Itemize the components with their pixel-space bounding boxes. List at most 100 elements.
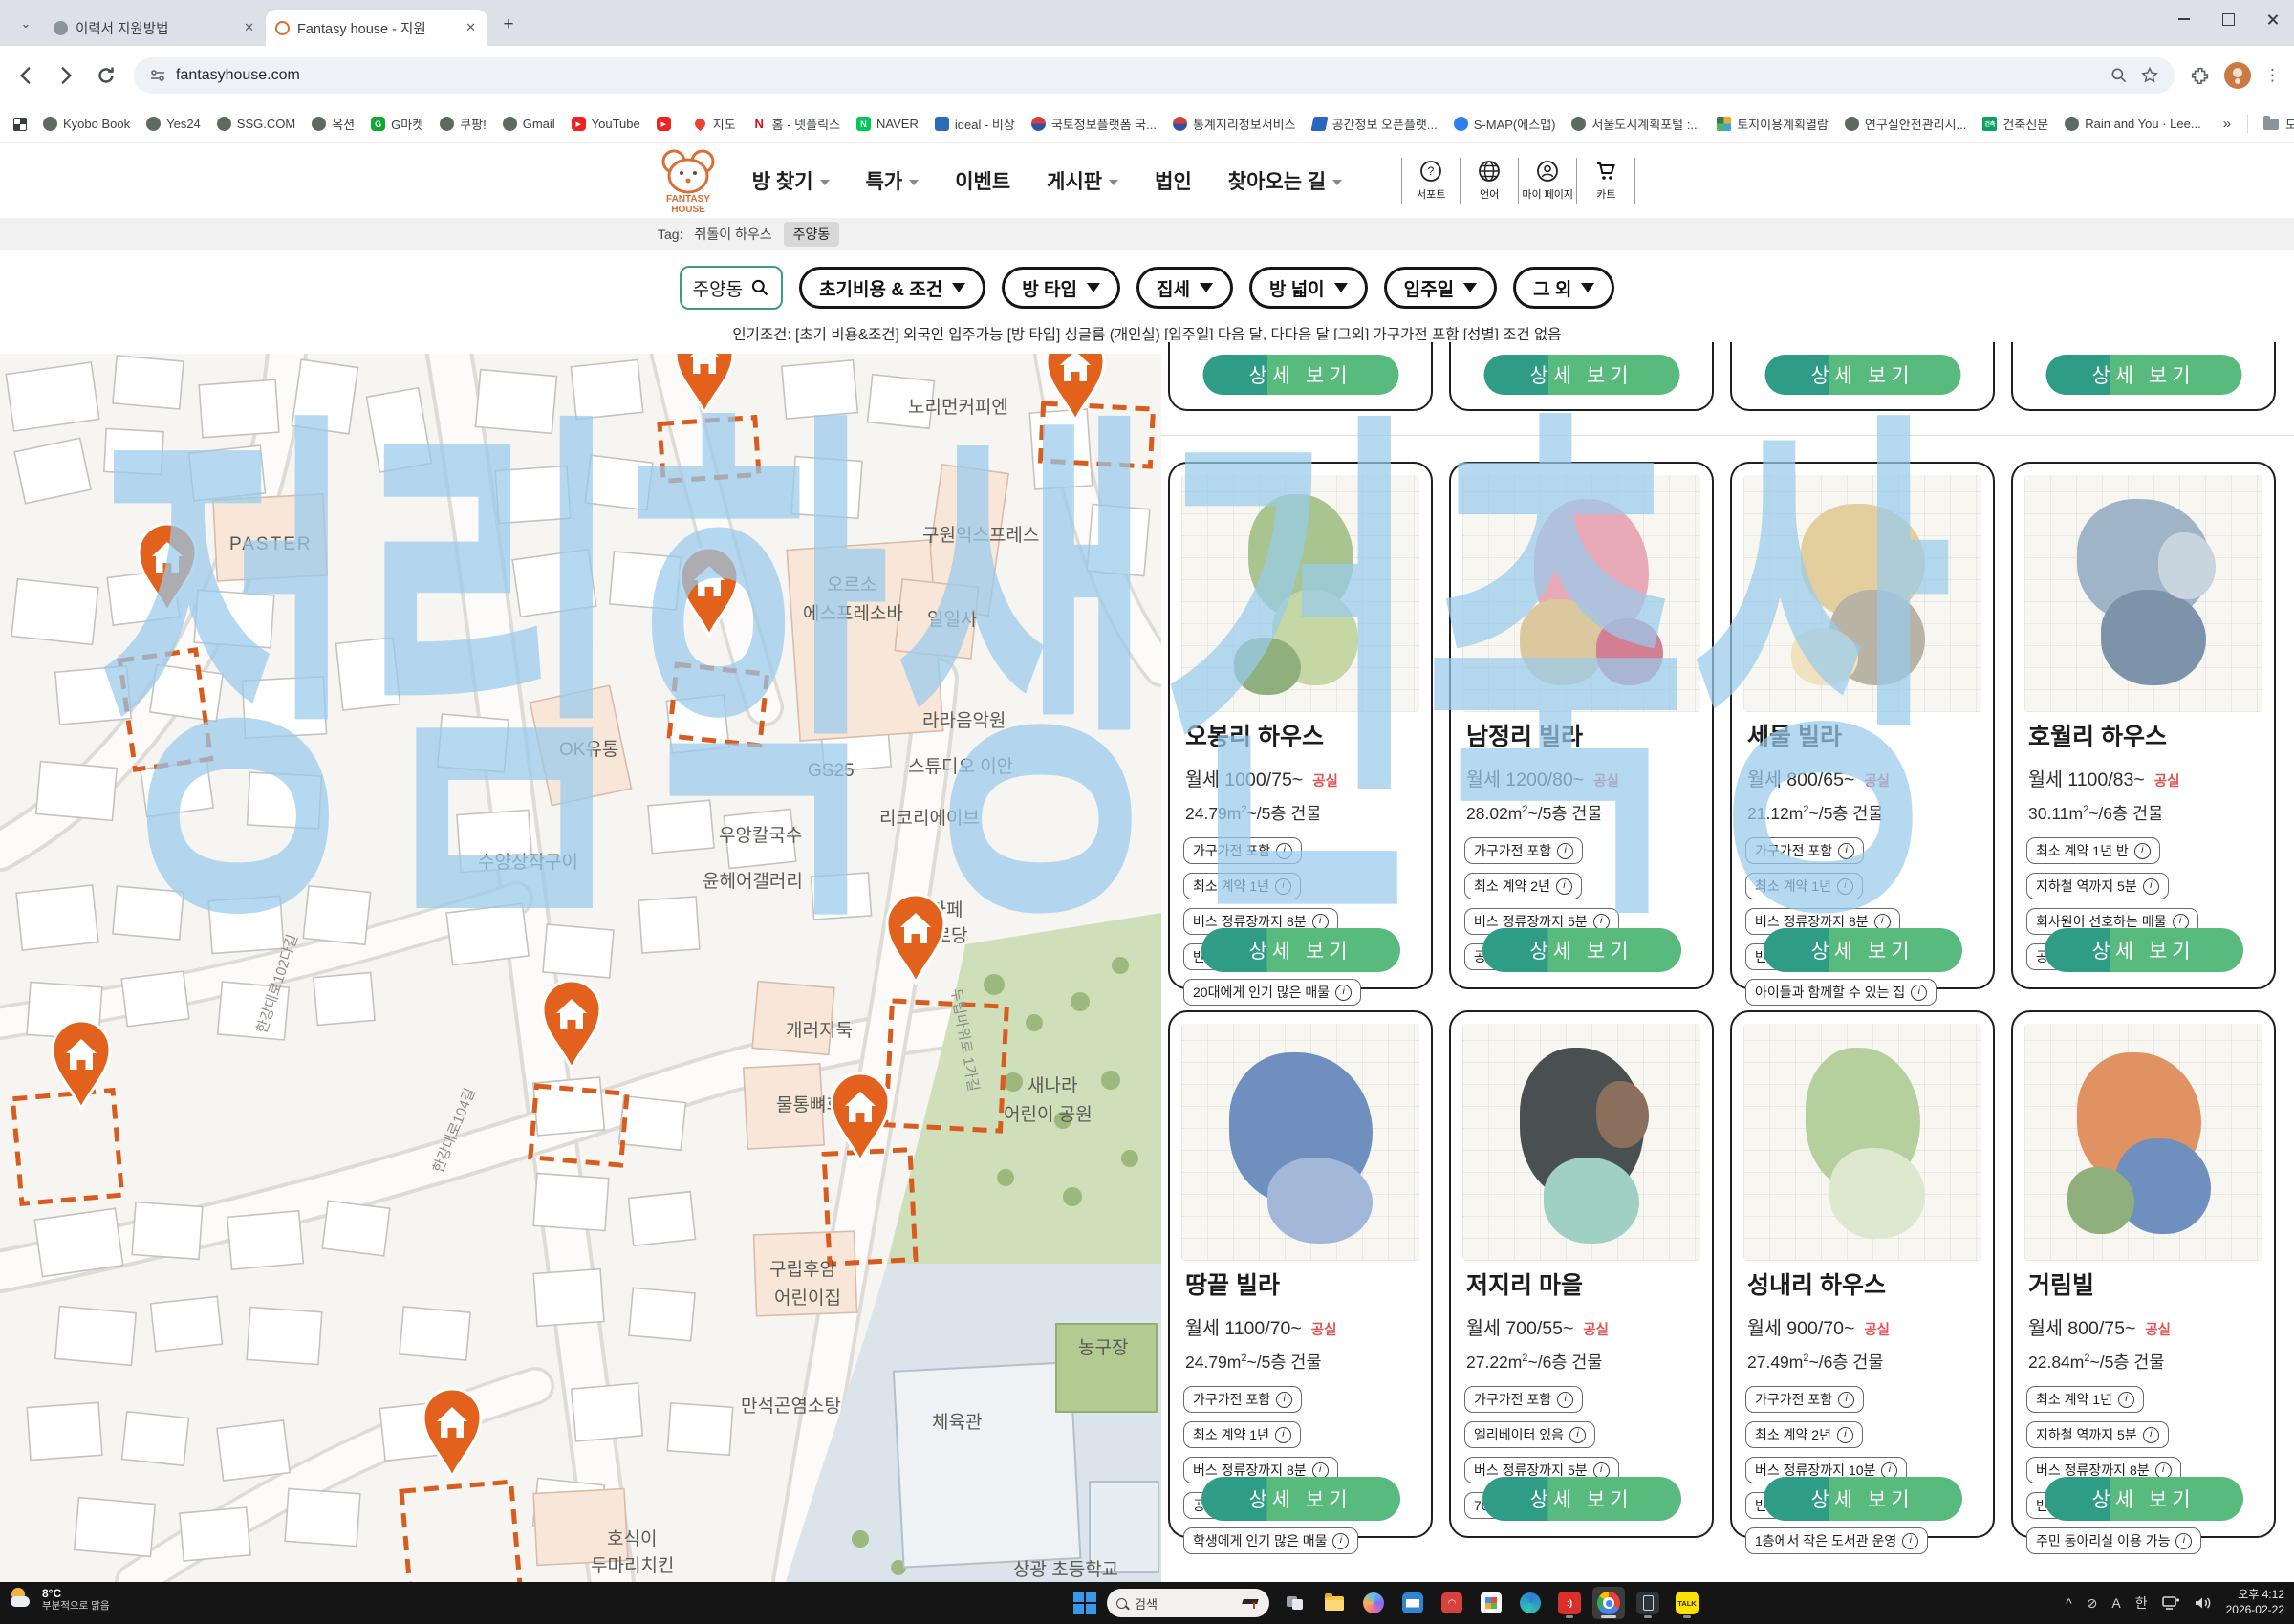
info-icon[interactable]: i	[2143, 1427, 2159, 1443]
info-icon[interactable]: i	[2134, 843, 2151, 859]
feature-tag[interactable]: 가구가전 포함i	[1464, 1386, 1583, 1413]
apps-grid-icon[interactable]	[13, 118, 27, 131]
detail-button[interactable]: 상세 보기	[1764, 355, 1960, 395]
bookmark-item[interactable]: 공간정보 오픈플랫...	[1312, 115, 1438, 133]
bookmark-item[interactable]: Rain and You · Lee...	[2065, 117, 2200, 131]
chrome-button[interactable]	[1592, 1587, 1625, 1619]
feature-tag[interactable]: 지하철 역까지 5분i	[2026, 1421, 2169, 1448]
browser-menu-icon[interactable]: ⋮	[2264, 66, 2281, 85]
feature-tag[interactable]: 최소 계약 2년i	[1745, 1421, 1863, 1448]
info-icon[interactable]: i	[1837, 1427, 1853, 1443]
info-icon[interactable]: i	[1557, 843, 1573, 859]
bookmark-item[interactable]: 통계지리정보서비스	[1173, 115, 1296, 133]
all-bookmarks-button[interactable]: 모든 북마크	[2247, 115, 2294, 133]
feature-tag[interactable]: 가구가전 포함i	[1183, 837, 1302, 864]
feature-tag[interactable]: 최소 계약 2년i	[1464, 873, 1582, 899]
bookmark-item[interactable]: NNAVER	[856, 117, 919, 131]
copilot-button[interactable]	[1357, 1587, 1390, 1619]
bookmark-item[interactable]: ▶YouTube	[572, 117, 640, 131]
task-view-button[interactable]	[1279, 1587, 1311, 1619]
address-bar[interactable]: fantasyhouse.com	[134, 57, 2175, 94]
detail-button[interactable]: 상세 보기	[1482, 1477, 1681, 1521]
property-image[interactable]	[2024, 1024, 2262, 1261]
property-title[interactable]: 세물 빌라	[1747, 718, 1978, 752]
bookmark-item[interactable]: SSG.COM	[217, 117, 295, 131]
info-icon[interactable]: i	[1332, 1533, 1349, 1549]
feature-tag[interactable]: 최소 계약 1년i	[1183, 873, 1301, 899]
info-icon[interactable]: i	[1569, 1427, 1586, 1443]
profile-avatar[interactable]	[2224, 62, 2251, 89]
start-button[interactable]	[1072, 1591, 1097, 1615]
property-title[interactable]: 성내리 하우스	[1747, 1267, 1978, 1301]
tab-fantasy-house[interactable]: Fantasy house - 지원 ✕	[266, 10, 487, 46]
tab-search-icon[interactable]: ⌄	[11, 10, 40, 38]
detail-button[interactable]: 상세 보기	[1202, 355, 1398, 395]
info-icon[interactable]: i	[1275, 1427, 1291, 1443]
info-icon[interactable]: i	[1335, 985, 1352, 1001]
detail-button[interactable]: 상세 보기	[2045, 1477, 2243, 1521]
info-icon[interactable]: i	[2175, 1533, 2192, 1549]
property-title[interactable]: 남정리 빌라	[1466, 718, 1697, 752]
bookmark-item[interactable]: 옥션	[312, 115, 355, 133]
bookmark-item[interactable]: 건축건축신문	[1982, 115, 2048, 133]
info-icon[interactable]: i	[2173, 914, 2189, 930]
info-icon[interactable]: i	[1911, 985, 1927, 1001]
info-icon[interactable]: i	[1902, 1533, 1918, 1549]
detail-button[interactable]: 상세 보기	[1201, 1477, 1400, 1521]
nav-directions[interactable]: 찾아오는 길	[1228, 166, 1342, 195]
bookmark-item[interactable]: 국토정보플랫폼 국...	[1031, 115, 1157, 133]
detail-button[interactable]: 상세 보기	[1482, 928, 1681, 972]
info-icon[interactable]: i	[1276, 843, 1292, 859]
feature-tag[interactable]: 가구가전 포함i	[1464, 837, 1583, 864]
bookmark-item[interactable]: ideal - 비상	[935, 115, 1015, 133]
property-title[interactable]: 거림빌	[2028, 1267, 2259, 1301]
nav-special[interactable]: 특가	[866, 166, 920, 195]
nav-event[interactable]: 이벤트	[955, 166, 1010, 195]
region-search-input[interactable]: 주양동	[680, 266, 783, 310]
info-icon[interactable]: i	[1838, 1392, 1854, 1408]
filter-rent[interactable]: 집세	[1136, 267, 1233, 309]
info-icon[interactable]: i	[1557, 1392, 1573, 1408]
feature-tag[interactable]: 20대에게 인기 많은 매물i	[1183, 979, 1361, 1006]
property-image[interactable]	[1743, 475, 1981, 712]
info-icon[interactable]: i	[2118, 1392, 2134, 1408]
support-button[interactable]: ? 서포트	[1402, 158, 1461, 204]
taskbar-clock[interactable]: 오후 4:12 2026-02-22	[2226, 1588, 2284, 1617]
feature-tag[interactable]: 최소 계약 1년i	[1183, 1421, 1301, 1448]
bookmark-item[interactable]: Yes24	[146, 117, 201, 131]
bookmark-item[interactable]: Kyobo Book	[43, 117, 130, 131]
bookmarks-overflow-icon[interactable]: »	[2223, 116, 2231, 132]
info-icon[interactable]: i	[1837, 878, 1853, 895]
feature-tag[interactable]: 최소 계약 1년 반i	[2026, 837, 2160, 864]
kakaotalk-button[interactable]: TALK	[1671, 1587, 1703, 1619]
bookmark-item[interactable]: ▶	[657, 117, 677, 131]
feature-tag[interactable]: 주민 동아리실 이용 가능i	[2026, 1527, 2201, 1554]
property-title[interactable]: 호월리 하우스	[2028, 718, 2259, 752]
feature-tag[interactable]: 아이들과 함께할 수 있는 집i	[1745, 979, 1937, 1006]
nav-find-room[interactable]: 방 찾기	[752, 166, 830, 195]
file-explorer-button[interactable]	[1318, 1587, 1351, 1619]
info-icon[interactable]: i	[1838, 843, 1854, 859]
network-icon[interactable]	[2162, 1596, 2180, 1610]
zoom-icon[interactable]	[2110, 66, 2129, 85]
bookmark-star-icon[interactable]	[2140, 66, 2159, 85]
nav-board[interactable]: 게시판	[1047, 166, 1118, 195]
feature-tag[interactable]: 학생에게 인기 많은 매물i	[1183, 1527, 1358, 1554]
extensions-icon[interactable]	[2190, 65, 2211, 86]
info-icon[interactable]: i	[2143, 878, 2159, 895]
property-title[interactable]: 오봉리 하우스	[1185, 718, 1416, 752]
info-icon[interactable]: i	[1312, 1462, 1329, 1479]
taskbar-search[interactable]: 검색	[1107, 1589, 1269, 1617]
property-image[interactable]	[2024, 475, 2262, 712]
my-page-button[interactable]: 마이 페이지	[1519, 158, 1577, 204]
site-info-icon[interactable]	[149, 67, 166, 84]
info-icon[interactable]: i	[1593, 914, 1610, 930]
feature-tag[interactable]: 가구가전 포함i	[1183, 1386, 1302, 1413]
site-logo[interactable]: FANTASY HOUSE	[659, 146, 718, 215]
feature-tag[interactable]: 엘리베이터 있음i	[1464, 1421, 1595, 1448]
volume-icon[interactable]	[2195, 1596, 2212, 1610]
info-icon[interactable]: i	[1556, 878, 1572, 895]
edge-button[interactable]	[1514, 1587, 1547, 1619]
taskbar-weather[interactable]: 8°C 부분적으로 맑음	[10, 1587, 110, 1613]
feature-tag[interactable]: 1층에서 작은 도서관 운영i	[1745, 1527, 1928, 1554]
